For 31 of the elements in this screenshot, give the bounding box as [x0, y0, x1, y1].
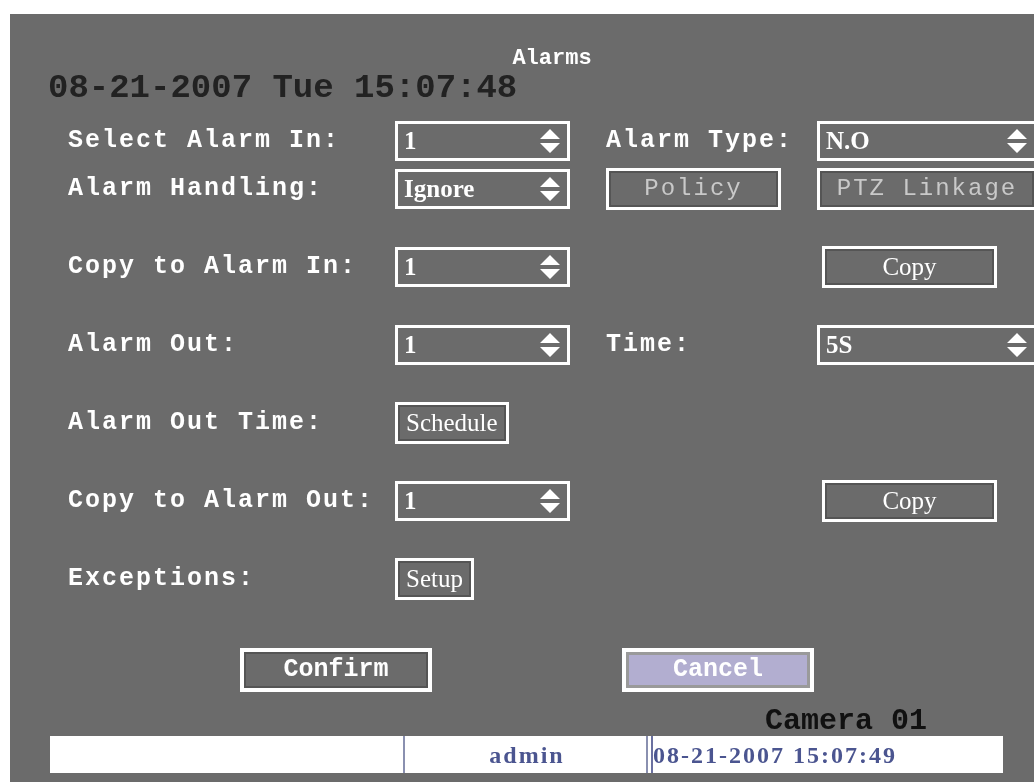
- dropdown-field[interactable]: 5S: [817, 325, 1034, 365]
- up-down-arrows-icon: [539, 488, 561, 514]
- up-down-arrows-icon: [1006, 128, 1028, 154]
- up-down-arrows-icon: [539, 254, 561, 280]
- up-down-arrows-icon: [539, 128, 561, 154]
- dropdown-field[interactable]: 1: [395, 121, 570, 161]
- menu-button[interactable]: Schedule: [395, 402, 509, 444]
- menu-button[interactable]: Setup: [395, 558, 474, 600]
- menu-button[interactable]: Copy: [822, 246, 997, 288]
- menu-button[interactable]: Copy: [822, 480, 997, 522]
- field-label: Copy to Alarm In:: [68, 251, 358, 284]
- dialog-button[interactable]: Confirm: [240, 648, 432, 692]
- dropdown-field[interactable]: N.O: [817, 121, 1034, 161]
- dropdown-field[interactable]: Ignore: [395, 169, 570, 209]
- dropdown-field[interactable]: 1: [395, 247, 570, 287]
- dropdown-field[interactable]: 1: [395, 481, 570, 521]
- field-label: Alarm Type:: [606, 125, 794, 158]
- up-down-arrows-icon: [1006, 332, 1028, 358]
- field-label: Copy to Alarm Out:: [68, 485, 375, 518]
- up-down-arrows-icon: [539, 332, 561, 358]
- field-label: Select Alarm In:: [68, 125, 341, 158]
- field-label: Time:: [606, 329, 691, 362]
- field-label: Alarm Out Time:: [68, 407, 324, 440]
- dropdown-field[interactable]: 1: [395, 325, 570, 365]
- camera-label: Camera 01: [765, 706, 928, 736]
- field-label: Alarm Handling:: [68, 173, 324, 206]
- field-label: Exceptions:: [68, 563, 256, 596]
- field-label: Alarm Out:: [68, 329, 239, 362]
- osd-clock: 08-21-2007 Tue 15:07:48: [48, 70, 518, 106]
- menu-title: Alarms: [512, 45, 592, 73]
- up-down-arrows-icon: [539, 176, 561, 202]
